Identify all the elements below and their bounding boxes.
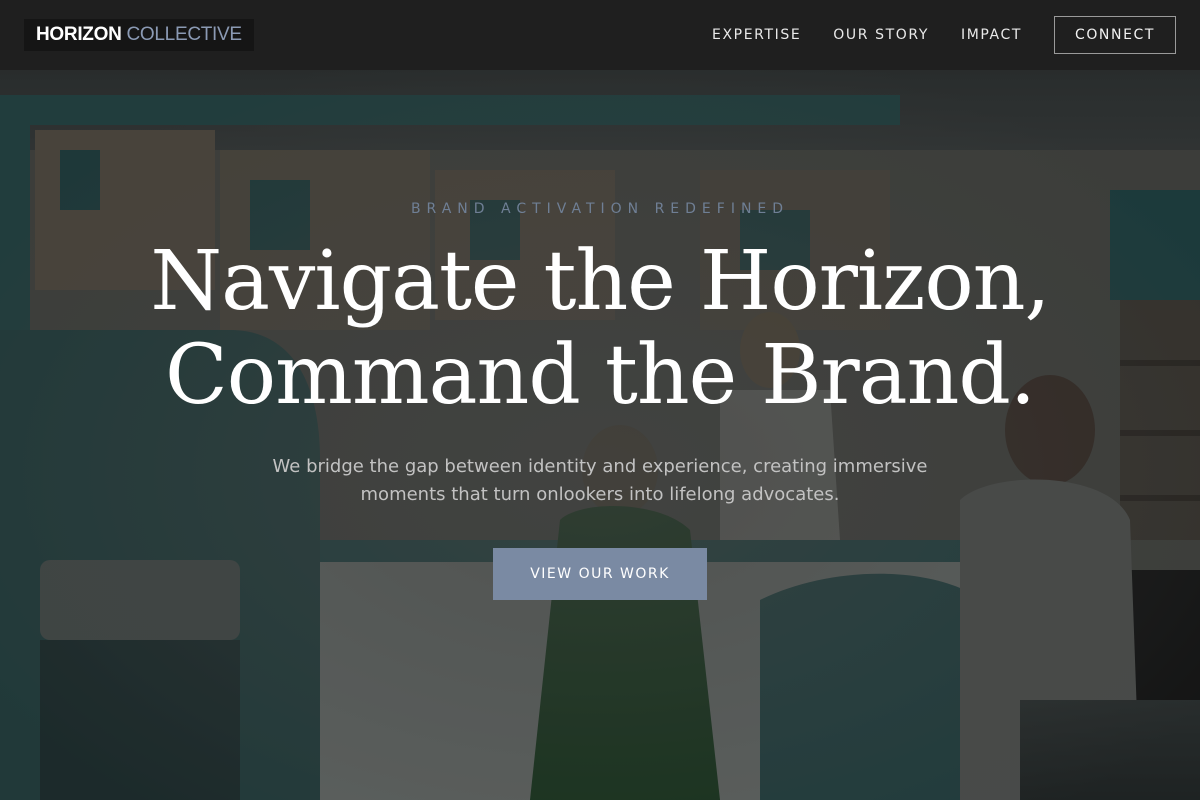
landing-page: HORIZON COLLECTIVE EXPERTISE OUR STORY IM…	[0, 0, 1200, 800]
hero-section: BRAND ACTIVATION REDEFINED Navigate the …	[0, 70, 1200, 800]
hero-eyebrow: BRAND ACTIVATION REDEFINED	[410, 201, 790, 217]
nav-link-impact[interactable]: IMPACT	[961, 27, 1022, 43]
connect-button[interactable]: CONNECT	[1054, 16, 1176, 54]
view-our-work-button[interactable]: VIEW OUR WORK	[493, 548, 707, 600]
nav-links: EXPERTISE OUR STORY IMPACT CONNECT	[680, 16, 1176, 54]
hero-headline: Navigate the Horizon, Command the Brand.	[0, 235, 1200, 423]
hero-headline-line-2: Command the Brand.	[165, 328, 1036, 423]
hero-subtext: We bridge the gap between identity and e…	[272, 456, 928, 505]
brand-logo[interactable]: HORIZON COLLECTIVE	[24, 19, 254, 51]
top-navigation: HORIZON COLLECTIVE EXPERTISE OUR STORY IM…	[0, 0, 1200, 70]
nav-link-our-story[interactable]: OUR STORY	[833, 27, 929, 43]
brand-name-secondary: COLLECTIVE	[126, 24, 243, 45]
brand-name-primary: HORIZON	[36, 24, 122, 45]
nav-link-expertise[interactable]: EXPERTISE	[712, 27, 801, 43]
hero-headline-line-1: Navigate the Horizon,	[150, 234, 1050, 329]
